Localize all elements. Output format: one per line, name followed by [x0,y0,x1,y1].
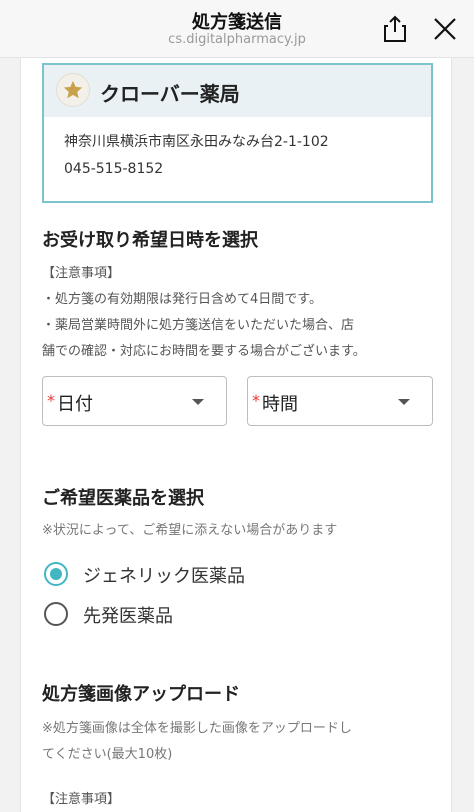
date-select[interactable]: * 日付 [42,376,227,426]
main-content: クローバー薬局 神奈川県横浜市南区永田みなみ台2-1-102 045-515-8… [20,58,452,812]
radio-option-generic[interactable]: ジェネリック医薬品 [44,560,304,590]
upload-note: ※処方箋画像は全体を撮影した画像をアップロードし てください(最大10枚) [42,716,442,768]
required-mark: * [47,391,55,410]
chevron-down-icon [192,399,204,405]
radio-button[interactable] [44,602,68,626]
upload-section-title: 処方箋画像アップロード [42,684,240,705]
pharmacy-name: クローバー薬局 [100,82,240,106]
upload-notes-heading: 【注意事項】 [42,792,121,807]
time-select-label: 時間 [262,394,298,415]
chevron-down-icon [398,399,410,405]
share-icon[interactable] [382,14,408,44]
medicine-note: ※状況によって、ご希望に添えない場合があります [42,523,338,538]
pickup-note-line: ・薬局営業時間外に処方箋送信をいただいた場合、店 [42,318,355,333]
pickup-notes: 【注意事項】 ・処方箋の有効期限は発行日含めて4日間です。 ・薬局営業時間外に処… [42,261,442,365]
pickup-section-title: お受け取り希望日時を選択 [42,230,258,251]
time-select[interactable]: * 時間 [247,376,433,426]
radio-button-checked[interactable] [44,562,68,586]
star-icon [63,80,83,99]
pharmacy-badge [56,73,90,107]
pharmacy-phone: 045-515-8152 [64,161,164,177]
pharmacy-card: クローバー薬局 神奈川県横浜市南区永田みなみ台2-1-102 045-515-8… [42,63,433,203]
pickup-note-line: ・処方箋の有効期限は発行日含めて4日間です。 [42,292,322,307]
pharmacy-card-header: クローバー薬局 [44,65,431,117]
upload-note-line: てください(最大10枚) [42,747,173,762]
radio-label: 先発医薬品 [83,606,173,627]
pickup-note-heading: 【注意事項】 [42,266,121,281]
date-select-label: 日付 [57,394,93,415]
pickup-note-line: 舗での確認・対応にお時間を要する場合がございます。 [42,344,366,359]
radio-option-brand[interactable]: 先発医薬品 [44,600,304,630]
pharmacy-address: 神奈川県横浜市南区永田みなみ台2-1-102 [64,134,329,150]
required-mark: * [252,391,260,410]
radio-label: ジェネリック医薬品 [83,566,245,587]
close-icon[interactable] [432,16,458,42]
browser-header: 処方箋送信 cs.digitalpharmacy.jp [0,0,474,58]
upload-note-line: ※処方箋画像は全体を撮影した画像をアップロードし [42,721,352,736]
medicine-section-title: ご希望医薬品を選択 [42,488,204,509]
